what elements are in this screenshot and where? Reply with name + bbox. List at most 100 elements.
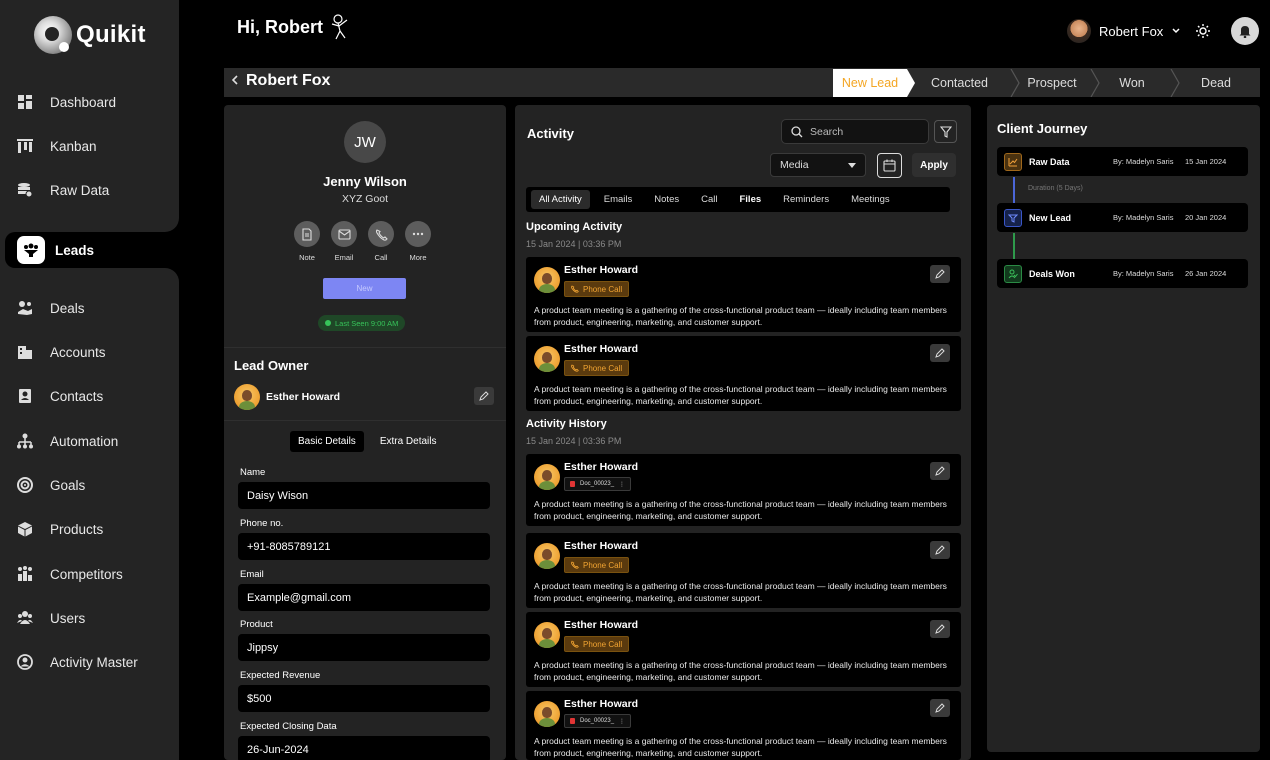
edit-button[interactable]	[930, 541, 950, 559]
logo-icon	[34, 16, 72, 54]
avatar	[534, 622, 560, 648]
pdf-icon	[570, 481, 575, 487]
tab-meetings[interactable]: Meetings	[843, 190, 898, 209]
revenue-field[interactable]: $500	[238, 685, 490, 712]
back-button[interactable]	[230, 73, 240, 91]
sidebar-item-leads[interactable]: Leads	[5, 232, 179, 268]
filter-button[interactable]	[934, 120, 957, 143]
activity-card[interactable]: Esther Howard Doc_00023_ ⋮ A product team…	[526, 454, 961, 526]
brand-logo[interactable]: Quikit	[34, 16, 146, 54]
edit-button[interactable]	[930, 462, 950, 480]
sidebar-item-label: Raw Data	[50, 182, 110, 198]
sidebar-item-deals[interactable]: Deals	[0, 290, 179, 326]
edit-button[interactable]	[930, 620, 950, 638]
sidebar-item-label: Leads	[55, 242, 95, 258]
phone-icon	[571, 640, 579, 648]
contact-name: Jenny Wilson	[323, 174, 407, 189]
kebab-menu-icon[interactable]: ⋮	[619, 481, 625, 488]
phone-field[interactable]: +91-8085789121	[238, 533, 490, 560]
sidebar-item-goals[interactable]: Goals	[0, 467, 179, 503]
card-text: A product team meeting is a gathering of…	[534, 499, 947, 521]
journey-step[interactable]: Raw Data By: Madelyn Saris 15 Jan 2024	[997, 147, 1248, 176]
journey-step[interactable]: Deals Won By: Madelyn Saris 26 Jan 2024	[997, 259, 1248, 288]
tab-all-activity[interactable]: All Activity	[531, 190, 590, 209]
sidebar: Quikit Dashboard Kanban Raw Data Leads D…	[0, 0, 179, 760]
sidebar-item-label: Products	[50, 521, 104, 537]
sidebar-item-label: Contacts	[50, 388, 104, 404]
activity-card[interactable]: Esther Howard Phone Call A product team …	[526, 533, 961, 608]
tab-reminders[interactable]: Reminders	[775, 190, 837, 209]
sidebar-item-products[interactable]: Products	[0, 511, 179, 547]
timeline-connector	[1013, 177, 1015, 203]
tag-label: Phone Call	[583, 560, 623, 570]
activity-card[interactable]: Esther Howard Phone Call A product team …	[526, 336, 961, 411]
closing-date-field[interactable]: 26-Jun-2024	[238, 736, 490, 760]
lead-owner-title: Lead Owner	[234, 358, 309, 373]
waving-figure-icon	[331, 14, 348, 40]
contact-avatar: JW	[344, 121, 386, 163]
detail-tabs: Basic Details Extra Details	[290, 431, 445, 452]
sidebar-item-users[interactable]: Users	[0, 600, 179, 636]
edit-owner-button[interactable]	[474, 387, 494, 405]
active-notch-top	[165, 218, 179, 232]
edit-button[interactable]	[930, 699, 950, 717]
pencil-icon	[935, 269, 945, 279]
card-author: Esther Howard	[564, 540, 639, 552]
edit-button[interactable]	[930, 265, 950, 283]
date-picker-button[interactable]	[877, 153, 902, 178]
field-label-product: Product	[240, 619, 273, 630]
call-action[interactable]: Call	[368, 221, 394, 262]
status-button[interactable]: New	[323, 278, 406, 299]
kebab-menu-icon[interactable]: ⋮	[619, 718, 625, 725]
tag-label: Phone Call	[583, 284, 623, 294]
sidebar-item-automation[interactable]: Automation	[0, 423, 179, 459]
phone-icon	[571, 285, 579, 293]
card-text: A product team meeting is a gathering of…	[534, 384, 947, 406]
tab-extra-details[interactable]: Extra Details	[372, 431, 445, 452]
bell-icon	[1239, 26, 1251, 38]
divider	[224, 420, 506, 421]
tab-files[interactable]: Files	[731, 190, 769, 209]
name-field[interactable]: Daisy Wison	[238, 482, 490, 509]
card-author: Esther Howard	[564, 619, 639, 631]
raw-data-icon	[17, 182, 33, 198]
search-input[interactable]: Search	[781, 119, 929, 144]
contact-company: XYZ Goot	[341, 193, 389, 205]
media-select[interactable]: Media	[770, 153, 866, 177]
edit-button[interactable]	[930, 344, 950, 362]
pencil-icon	[935, 545, 945, 555]
tab-emails[interactable]: Emails	[596, 190, 641, 209]
sidebar-item-kanban[interactable]: Kanban	[0, 128, 179, 164]
user-menu[interactable]: Robert Fox	[1067, 19, 1211, 43]
activity-card[interactable]: Esther Howard Phone Call A product team …	[526, 612, 961, 687]
more-action[interactable]: More	[405, 221, 431, 262]
sidebar-item-accounts[interactable]: Accounts	[0, 334, 179, 370]
search-icon	[791, 125, 803, 137]
pencil-icon	[935, 348, 945, 358]
activity-card[interactable]: Esther Howard Phone Call A product team …	[526, 257, 961, 332]
theme-toggle-icon[interactable]	[1195, 23, 1211, 39]
tab-call[interactable]: Call	[693, 190, 725, 209]
sidebar-item-competitors[interactable]: Competitors	[0, 556, 179, 592]
notifications-button[interactable]	[1231, 17, 1259, 45]
tab-notes[interactable]: Notes	[646, 190, 687, 209]
sidebar-item-raw-data[interactable]: Raw Data	[0, 172, 179, 208]
action-label: More	[409, 253, 427, 262]
tab-basic-details[interactable]: Basic Details	[290, 431, 364, 452]
apply-button[interactable]: Apply	[912, 153, 956, 177]
activity-card[interactable]: Esther Howard Doc_00023_ ⋮ A product team…	[526, 691, 961, 760]
media-select-value: Media	[780, 159, 809, 171]
history-title: Activity History	[526, 418, 607, 430]
sidebar-item-activity-master[interactable]: Activity Master	[0, 644, 179, 680]
note-action[interactable]: Note	[294, 221, 320, 262]
action-label: Call	[374, 253, 388, 262]
email-action[interactable]: Email	[331, 221, 357, 262]
email-field[interactable]: Example@gmail.com	[238, 584, 490, 611]
document-attachment[interactable]: Doc_00023_ ⋮	[564, 714, 632, 728]
sidebar-item-contacts[interactable]: Contacts	[0, 378, 179, 414]
card-text: A product team meeting is a gathering of…	[534, 736, 947, 758]
document-attachment[interactable]: Doc_00023_ ⋮	[564, 477, 632, 491]
journey-step[interactable]: New Lead By: Madelyn Saris 20 Jan 2024	[997, 203, 1248, 232]
product-field[interactable]: Jippsy	[238, 634, 490, 661]
sidebar-item-dashboard[interactable]: Dashboard	[0, 84, 179, 120]
